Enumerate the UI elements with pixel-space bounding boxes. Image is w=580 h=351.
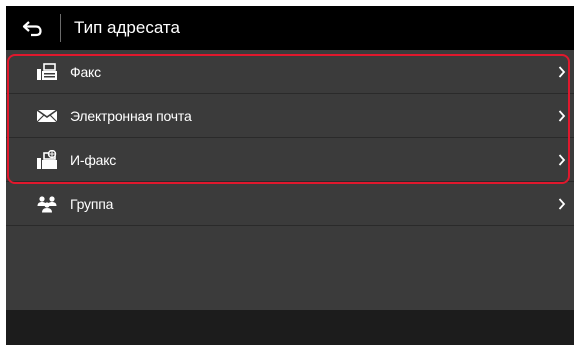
ifax-icon	[34, 149, 60, 170]
header-bar: Тип адресата	[6, 6, 574, 50]
list-item-label: И-факс	[70, 151, 117, 168]
chevron-right-icon	[558, 138, 566, 181]
back-button[interactable]	[6, 6, 60, 50]
header-divider	[60, 14, 61, 42]
back-arrow-icon	[22, 21, 42, 37]
chevron-right-icon	[558, 94, 566, 137]
group-icon	[34, 194, 60, 214]
list-item-fax[interactable]: Факс	[6, 50, 574, 94]
list-item-group[interactable]: Группа	[6, 182, 574, 226]
empty-list-area	[6, 226, 574, 310]
list-item-ifax[interactable]: И-факс	[6, 138, 574, 182]
touch-panel-screen: Тип адресата Факс Электронная почта И-фа…	[6, 6, 574, 345]
list-item-label: Группа	[70, 195, 114, 212]
list-item-email[interactable]: Электронная почта	[6, 94, 574, 138]
envelope-icon	[34, 106, 60, 126]
list-item-label: Факс	[70, 63, 101, 80]
destination-type-list: Факс Электронная почта И-факс Группа	[6, 50, 574, 226]
chevron-right-icon	[558, 182, 566, 225]
page-title: Тип адресата	[74, 18, 180, 37]
chevron-right-icon	[558, 50, 566, 93]
fax-icon	[34, 62, 60, 82]
footer-bar	[6, 310, 574, 345]
list-item-label: Электронная почта	[70, 107, 192, 124]
